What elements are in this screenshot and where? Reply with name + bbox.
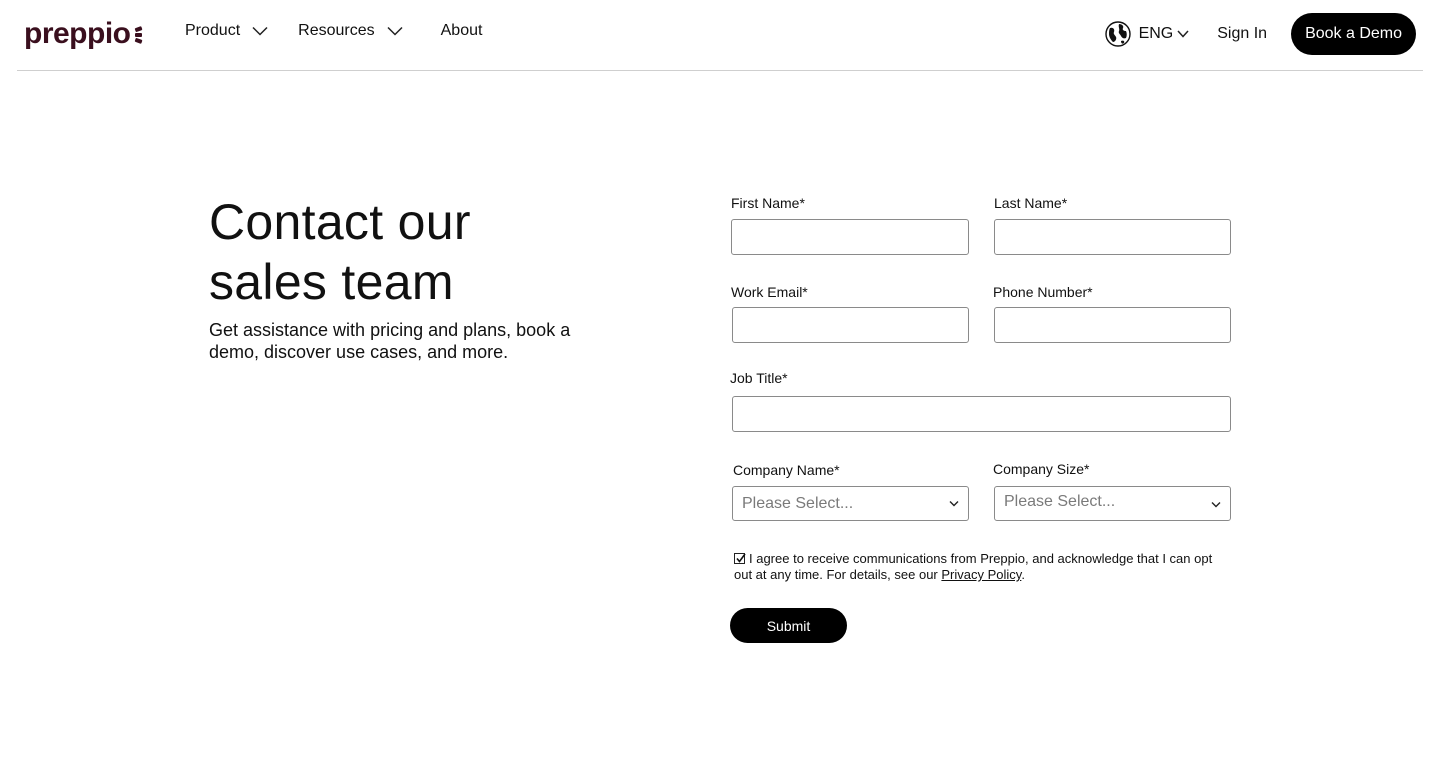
chevron-down-icon [1177,30,1189,38]
globe-icon [1104,21,1131,47]
phone-number-label: Phone Number* [993,284,1093,300]
privacy-policy-link[interactable]: Privacy Policy [941,567,1021,582]
chevron-down-icon [252,26,268,36]
work-email-label: Work Email* [731,284,808,300]
nav-resources[interactable]: Resources [298,22,403,40]
sign-in-link[interactable]: Sign In [1217,25,1267,43]
nav-product[interactable]: Product [185,22,268,40]
language-label: ENG [1138,25,1174,42]
last-name-label: Last Name* [994,195,1068,211]
page-title-line2: sales team [209,254,454,310]
header-actions: ENG Sign In Book a Demo [1104,13,1416,55]
company-size-label: Company Size* [993,461,1090,477]
page-title: Contact our sales team [209,192,629,312]
language-selector[interactable]: ENG [1104,21,1190,47]
logo-mark-icon [134,26,142,44]
chevron-down-icon [387,26,403,36]
company-name-select[interactable]: Please Select... [732,486,969,521]
nav-about-label: About [440,22,483,39]
consent-checkbox[interactable] [734,553,746,564]
first-name-label: First Name* [731,195,805,211]
submit-button[interactable]: Submit [730,608,847,643]
chevron-down-icon [1211,502,1221,508]
last-name-field[interactable] [994,219,1231,255]
nav-about[interactable]: About [441,22,483,40]
company-size-select[interactable]: Please Select... [994,486,1231,521]
first-name-field[interactable] [731,219,969,255]
main-nav: Product Resources About [185,22,512,40]
logo-wordmark: preppio [24,17,131,50]
chevron-down-icon [949,501,959,507]
checkmark-icon [736,553,746,563]
book-demo-button[interactable]: Book a Demo [1291,13,1416,55]
company-name-select-value: Please Select... [742,494,854,512]
consent-period: . [1021,567,1025,582]
nav-resources-label: Resources [298,22,375,39]
phone-number-field[interactable] [994,307,1231,343]
work-email-field[interactable] [732,307,969,343]
company-size-select-value: Please Select... [1004,493,1116,510]
company-name-label: Company Name* [733,462,840,478]
page-subtitle: Get assistance with pricing and plans, b… [209,320,571,362]
job-title-field[interactable] [732,396,1231,432]
preppio-logo[interactable]: preppio [24,16,144,52]
page-title-line1: Contact our [209,194,471,250]
nav-product-label: Product [185,22,241,39]
site-header: preppio Product Resources About ENG Sign… [17,0,1423,71]
consent-text-block: I agree to receive communications from P… [734,551,1214,583]
job-title-label: Job Title* [730,370,788,386]
